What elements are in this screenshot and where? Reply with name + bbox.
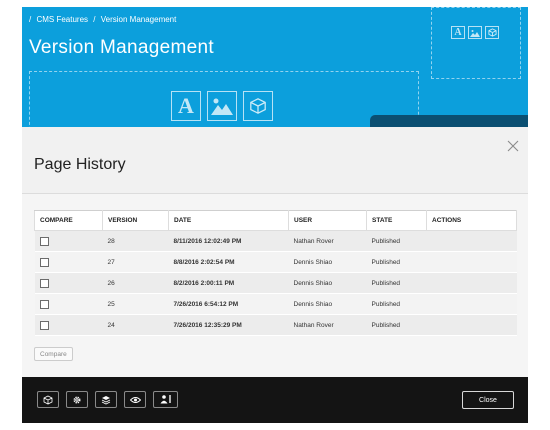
actions-cell [426,272,517,294]
compare-checkbox[interactable] [39,257,49,267]
text-icon[interactable]: A [171,91,201,121]
compare-checkbox[interactable] [39,236,49,246]
user-cell: Nathan Rover [288,230,367,252]
box-icon[interactable] [485,26,499,39]
actions-cell [426,314,517,336]
user-cell: Dennis Shiao [288,293,367,315]
date-cell: 8/11/2016 12:02:49 PM [168,230,289,252]
modal-header: Page History [22,127,528,194]
user-icon[interactable] [153,391,178,408]
compare-cell [34,293,103,315]
text-icon[interactable]: A [451,26,465,39]
table-row: 27 8/8/2016 2:02:54 PM Dennis Shiao Publ… [34,251,517,273]
table-row: 24 7/26/2016 12:35:29 PM Nathan Rover Pu… [34,314,517,336]
breadcrumb-current: Version Management [100,15,177,24]
compare-checkbox[interactable] [39,299,49,309]
column-header-version: VERSION [102,210,169,231]
table-row: 25 7/26/2016 6:54:12 PM Dennis Shiao Pub… [34,293,517,315]
history-table: COMPARE VERSION DATE USER STATE ACTIONS … [34,210,517,336]
state-cell: Published [366,230,427,252]
user-cell: Dennis Shiao [288,272,367,294]
actions-cell [426,251,517,273]
eye-icon[interactable] [124,391,146,408]
compare-checkbox[interactable] [39,278,49,288]
version-cell: 27 [102,251,169,273]
compare-checkbox[interactable] [39,320,49,330]
hero-banner: / CMS Features / Version Management Vers… [22,7,528,135]
date-cell: 7/26/2016 6:54:12 PM [168,293,289,315]
layers-icon[interactable] [95,391,117,408]
table-row: 26 8/2/2016 2:00:11 PM Dennis Shiao Publ… [34,272,517,294]
app-frame: / CMS Features / Version Management Vers… [22,7,528,423]
date-cell: 8/2/2016 2:00:11 PM [168,272,289,294]
compare-cell [34,272,103,294]
column-header-user: USER [288,210,367,231]
compare-cell [34,251,103,273]
compare-button[interactable]: Compare [34,347,73,361]
column-header-compare: COMPARE [34,210,103,231]
close-button[interactable]: Close [462,391,514,409]
gear-icon[interactable] [66,391,88,408]
content-placeholder-right[interactable] [431,7,521,79]
date-cell: 8/8/2016 2:02:54 PM [168,251,289,273]
column-header-date: DATE [168,210,289,231]
image-icon[interactable] [468,26,482,39]
state-cell: Published [366,251,427,273]
breadcrumb-separator: / [93,15,96,24]
user-cell: Dennis Shiao [288,251,367,273]
breadcrumb: / CMS Features / Version Management [29,15,179,24]
date-cell: 7/26/2016 12:35:29 PM [168,314,289,336]
state-cell: Published [366,314,427,336]
state-cell: Published [366,293,427,315]
image-icon[interactable] [207,91,237,121]
user-cell: Nathan Rover [288,314,367,336]
table-row: 28 8/11/2016 12:02:49 PM Nathan Rover Pu… [34,230,517,252]
cube-icon[interactable] [37,391,59,408]
compare-cell [34,314,103,336]
compare-cell [34,230,103,252]
actions-cell [426,230,517,252]
close-icon[interactable] [507,139,519,152]
page-title: Version Management [29,37,214,58]
version-cell: 26 [102,272,169,294]
breadcrumb-link-cms-features[interactable]: CMS Features [36,15,88,24]
breadcrumb-separator: / [29,15,32,24]
modal-title: Page History [34,156,126,173]
column-header-state: STATE [366,210,427,231]
version-cell: 28 [102,230,169,252]
column-header-actions: ACTIONS [426,210,517,231]
modal-footer-toolbar: Close [22,377,528,423]
actions-cell [426,293,517,315]
box-icon[interactable] [243,91,273,121]
page-history-modal: Page History COMPARE VERSION DATE USER S… [22,127,528,423]
version-cell: 25 [102,293,169,315]
state-cell: Published [366,272,427,294]
table-header-row: COMPARE VERSION DATE USER STATE ACTIONS [34,210,517,231]
version-cell: 24 [102,314,169,336]
